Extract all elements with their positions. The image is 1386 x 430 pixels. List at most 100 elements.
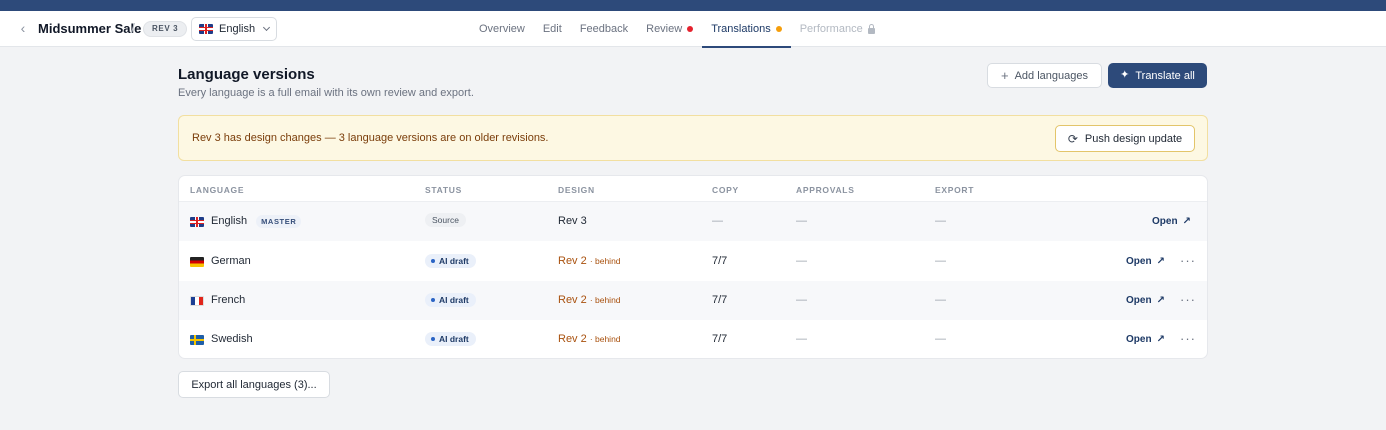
tab-overview[interactable]: Overview bbox=[470, 11, 534, 47]
open-label: Open bbox=[1152, 216, 1178, 227]
more-options-icon[interactable]: ··· bbox=[1180, 293, 1196, 306]
revision-badge: REV 3 bbox=[143, 21, 188, 37]
tab-label: Translations bbox=[711, 23, 771, 35]
open-label: Open bbox=[1126, 295, 1152, 306]
column-header-copy: COPY bbox=[712, 185, 739, 195]
tab-label: Performance bbox=[799, 23, 863, 35]
arrow-up-right-icon: ↗ bbox=[1156, 294, 1165, 306]
status-dot bbox=[431, 259, 435, 263]
alert-message: Rev 3 has design changes — 3 language ve… bbox=[192, 132, 549, 144]
status-badge: AI draft bbox=[425, 332, 476, 346]
more-options-icon[interactable]: ··· bbox=[1180, 254, 1196, 267]
column-header-approvals: APPROVALS bbox=[796, 185, 855, 195]
column-header-export: EXPORT bbox=[935, 185, 975, 195]
status-label: AI draft bbox=[439, 334, 469, 344]
open-label: Open bbox=[1126, 256, 1152, 267]
page-title: Language versions bbox=[178, 66, 315, 83]
design-behind-note: · behind bbox=[589, 256, 621, 266]
column-header-language: LANGUAGE bbox=[190, 185, 245, 195]
table-row-swedish[interactable]: Swedish AI draft Rev 2 · behind 7/7 — — … bbox=[179, 320, 1207, 358]
push-design-update-label: Push design update bbox=[1084, 132, 1183, 145]
language-versions-table: LANGUAGE STATUS DESIGN COPY APPROVALS EX… bbox=[178, 175, 1208, 359]
status-cell: AI draft bbox=[425, 332, 476, 346]
approvals-cell: — bbox=[796, 215, 807, 227]
design-behind-note: · behind bbox=[589, 295, 621, 305]
copy-cell: 7/7 bbox=[712, 294, 728, 306]
design-revision: Rev 2 bbox=[558, 255, 587, 267]
top-navbar: ‹ Midsummer Sale / REV 3 English Overvie… bbox=[0, 11, 1386, 48]
chevron-down-icon bbox=[263, 23, 271, 32]
add-languages-label: Add languages bbox=[1014, 69, 1088, 82]
status-label: AI draft bbox=[439, 256, 469, 266]
open-link[interactable]: Open ↗ bbox=[1126, 333, 1165, 346]
design-revision: Rev 2 bbox=[558, 333, 587, 345]
tab-label: Overview bbox=[479, 23, 525, 35]
language-selector[interactable]: English bbox=[191, 17, 277, 41]
language-cell: English MASTER bbox=[190, 215, 302, 228]
language-name: French bbox=[211, 294, 246, 306]
tab-label: Feedback bbox=[579, 23, 629, 35]
arrow-up-right-icon: ↗ bbox=[1182, 215, 1191, 227]
translations-status-dot bbox=[775, 26, 782, 32]
status-badge: Source bbox=[425, 213, 466, 227]
master-badge: MASTER bbox=[256, 215, 302, 228]
language-cell: French bbox=[190, 294, 245, 307]
status-label: AI draft bbox=[439, 295, 469, 305]
open-link[interactable]: Open ↗ bbox=[1126, 294, 1165, 307]
refresh-icon: ⟳ bbox=[1067, 131, 1078, 146]
copy-cell: 7/7 bbox=[712, 333, 728, 345]
more-options-icon[interactable]: ··· bbox=[1180, 332, 1196, 345]
design-behind-note: · behind bbox=[589, 334, 621, 344]
design-revision: Rev 2 bbox=[558, 294, 587, 306]
chevron-left-icon[interactable]: ‹ bbox=[16, 20, 30, 36]
status-badge: AI draft bbox=[425, 254, 476, 268]
review-status-dot bbox=[687, 26, 694, 32]
open-link[interactable]: Open ↗ bbox=[1126, 255, 1165, 268]
table-row-german[interactable]: German AI draft Rev 2 · behind 7/7 — — O… bbox=[179, 242, 1207, 281]
france-flag-icon bbox=[190, 295, 204, 306]
language-name: Swedish bbox=[211, 333, 253, 345]
uk-flag-icon bbox=[190, 216, 204, 227]
language-cell: German bbox=[190, 255, 251, 268]
page-subtitle: Every language is a full email with its … bbox=[178, 87, 474, 99]
translate-all-label: Translate all bbox=[1135, 69, 1195, 82]
language-selector-label: English bbox=[219, 23, 256, 35]
status-dot bbox=[431, 298, 435, 302]
lock-icon bbox=[867, 23, 875, 34]
open-link[interactable]: Open ↗ bbox=[1152, 215, 1191, 228]
tab-feedback[interactable]: Feedback bbox=[571, 11, 637, 47]
design-cell: Rev 2 · behind bbox=[558, 333, 621, 346]
table-row-english[interactable]: English MASTER Source Rev 3 — — — Open ↗ bbox=[179, 202, 1207, 241]
tab-label: Review bbox=[646, 23, 683, 35]
breadcrumb-separator: / bbox=[131, 20, 135, 36]
tab-translations[interactable]: Translations bbox=[702, 11, 791, 48]
push-design-update-button[interactable]: ⟳ Push design update bbox=[1055, 125, 1195, 152]
translate-all-button[interactable]: ✦ Translate all bbox=[1108, 63, 1207, 88]
tab-performance: Performance bbox=[791, 11, 884, 47]
uk-flag-icon bbox=[199, 24, 213, 34]
design-cell: Rev 2 · behind bbox=[558, 255, 621, 268]
status-cell: Source bbox=[425, 213, 466, 227]
copy-cell: — bbox=[712, 215, 723, 227]
export-cell: — bbox=[935, 255, 946, 267]
main-tabs: Overview Edit Feedback Review Translatio… bbox=[470, 11, 884, 48]
germany-flag-icon bbox=[190, 256, 204, 267]
table-row-french[interactable]: French AI draft Rev 2 · behind 7/7 — — O… bbox=[179, 281, 1207, 320]
approvals-cell: — bbox=[796, 255, 807, 267]
copy-cell: 7/7 bbox=[712, 255, 728, 267]
status-cell: AI draft bbox=[425, 293, 476, 307]
arrow-up-right-icon: ↗ bbox=[1156, 255, 1165, 267]
column-header-status: STATUS bbox=[425, 185, 462, 195]
sweden-flag-icon bbox=[190, 334, 204, 345]
tab-review[interactable]: Review bbox=[637, 11, 702, 47]
status-cell: AI draft bbox=[425, 254, 476, 268]
campaign-name[interactable]: Midsummer Sale bbox=[38, 21, 141, 37]
language-name: German bbox=[211, 255, 251, 267]
language-cell: Swedish bbox=[190, 333, 253, 346]
add-languages-button[interactable]: + Add languages bbox=[987, 63, 1102, 88]
export-cell: — bbox=[935, 215, 946, 227]
tab-edit[interactable]: Edit bbox=[534, 11, 571, 47]
column-header-design: DESIGN bbox=[558, 185, 595, 195]
export-all-languages-button[interactable]: Export all languages (3)... bbox=[178, 371, 330, 398]
export-cell: — bbox=[935, 333, 946, 345]
